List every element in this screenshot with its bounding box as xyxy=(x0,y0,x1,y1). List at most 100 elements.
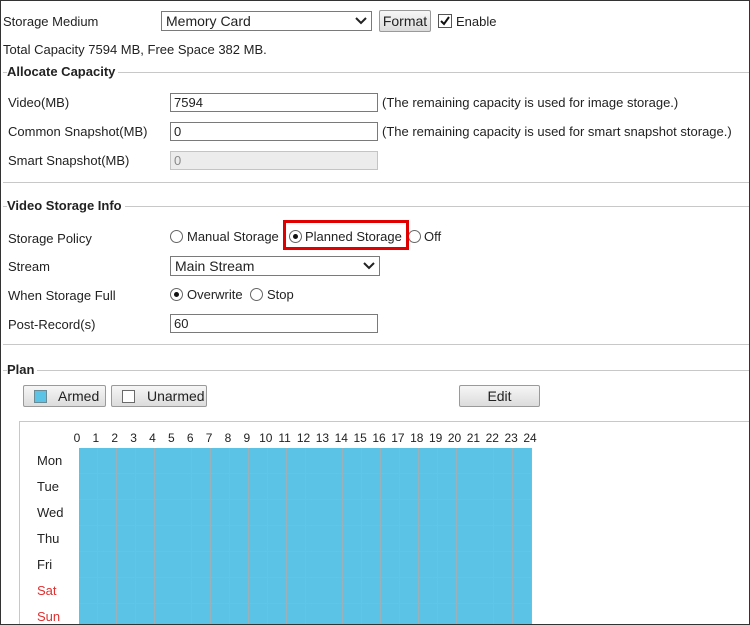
schedule-cell[interactable] xyxy=(437,526,457,552)
schedule-cell[interactable] xyxy=(343,474,363,500)
post-record-input[interactable]: 60 xyxy=(170,314,378,333)
schedule-cell[interactable] xyxy=(456,448,476,474)
schedule-cell[interactable] xyxy=(324,500,344,526)
schedule-cell[interactable] xyxy=(456,552,476,578)
schedule-cell[interactable] xyxy=(173,448,193,474)
common-snapshot-input[interactable]: 0 xyxy=(170,122,378,141)
schedule-cell[interactable] xyxy=(475,474,495,500)
schedule-cell[interactable] xyxy=(173,500,193,526)
schedule-cell[interactable] xyxy=(173,474,193,500)
schedule-cell[interactable] xyxy=(305,552,325,578)
schedule-cell[interactable] xyxy=(79,448,98,474)
schedule-cell[interactable] xyxy=(324,448,344,474)
schedule-cell[interactable] xyxy=(418,500,438,526)
schedule-cell[interactable] xyxy=(381,500,400,526)
schedule-cell[interactable] xyxy=(362,604,382,624)
schedule-cell[interactable] xyxy=(211,526,231,552)
schedule-cell[interactable] xyxy=(267,604,287,624)
schedule-cell[interactable] xyxy=(230,552,249,578)
schedule-cell[interactable] xyxy=(135,526,155,552)
schedule-cell[interactable] xyxy=(475,552,495,578)
schedule-cell[interactable] xyxy=(173,552,193,578)
schedule-cell[interactable] xyxy=(79,526,98,552)
schedule-cell[interactable] xyxy=(286,474,306,500)
schedule-cell[interactable] xyxy=(173,526,193,552)
schedule-cell[interactable] xyxy=(399,474,419,500)
schedule-cell[interactable] xyxy=(381,604,400,624)
schedule-cell[interactable] xyxy=(192,474,212,500)
schedule-cell[interactable] xyxy=(286,578,306,604)
schedule-cell[interactable] xyxy=(135,604,155,624)
schedule-cell[interactable] xyxy=(343,578,363,604)
schedule-cell[interactable] xyxy=(475,448,495,474)
enable-checkbox[interactable] xyxy=(438,14,452,28)
schedule-cell[interactable] xyxy=(399,500,419,526)
schedule-cell[interactable] xyxy=(79,500,98,526)
schedule-cell[interactable] xyxy=(513,448,532,474)
schedule-cell[interactable] xyxy=(362,448,382,474)
schedule-cell[interactable] xyxy=(79,604,98,624)
schedule-cell[interactable] xyxy=(437,604,457,624)
schedule-cell[interactable] xyxy=(305,578,325,604)
schedule-cell[interactable] xyxy=(97,526,117,552)
schedule-cell[interactable] xyxy=(418,448,438,474)
schedule-cell[interactable] xyxy=(494,604,514,624)
schedule-cell[interactable] xyxy=(399,604,419,624)
schedule-cell[interactable] xyxy=(399,448,419,474)
schedule-cell[interactable] xyxy=(248,526,268,552)
schedule-cell[interactable] xyxy=(305,474,325,500)
schedule-cell[interactable] xyxy=(116,552,136,578)
schedule-cell[interactable] xyxy=(418,578,438,604)
schedule-cell[interactable] xyxy=(475,526,495,552)
schedule-cell[interactable] xyxy=(324,552,344,578)
schedule-cell[interactable] xyxy=(230,578,249,604)
schedule-cell[interactable] xyxy=(399,552,419,578)
schedule-cell[interactable] xyxy=(456,500,476,526)
schedule-cell[interactable] xyxy=(267,474,287,500)
schedule-cell[interactable] xyxy=(230,448,249,474)
schedule-cell[interactable] xyxy=(97,604,117,624)
schedule-cell[interactable] xyxy=(456,526,476,552)
schedule-cell[interactable] xyxy=(343,500,363,526)
schedule-cell[interactable] xyxy=(324,604,344,624)
schedule-cell[interactable] xyxy=(211,448,231,474)
schedule-cell[interactable] xyxy=(79,552,98,578)
schedule-cell[interactable] xyxy=(116,578,136,604)
schedule-cell[interactable] xyxy=(135,552,155,578)
schedule-cell[interactable] xyxy=(173,578,193,604)
schedule-cell[interactable] xyxy=(399,526,419,552)
schedule-cell[interactable] xyxy=(116,448,136,474)
schedule-cell[interactable] xyxy=(135,474,155,500)
schedule-cell[interactable] xyxy=(381,578,400,604)
schedule-cell[interactable] xyxy=(267,552,287,578)
radio-stop[interactable] xyxy=(250,288,263,301)
armed-button[interactable]: Armed xyxy=(23,385,106,407)
schedule-cell[interactable] xyxy=(418,552,438,578)
schedule-cell[interactable] xyxy=(286,604,306,624)
schedule-cell[interactable] xyxy=(343,448,363,474)
schedule-cell[interactable] xyxy=(230,500,249,526)
schedule-cell[interactable] xyxy=(437,500,457,526)
radio-overwrite[interactable] xyxy=(170,288,183,301)
schedule-cell[interactable] xyxy=(267,526,287,552)
schedule-cell[interactable] xyxy=(192,526,212,552)
schedule-cell[interactable] xyxy=(418,526,438,552)
schedule-cell[interactable] xyxy=(437,552,457,578)
schedule-cell[interactable] xyxy=(513,500,532,526)
schedule-cell[interactable] xyxy=(362,474,382,500)
schedule-cell[interactable] xyxy=(267,448,287,474)
schedule-grid[interactable] xyxy=(79,448,532,624)
schedule-cell[interactable] xyxy=(362,552,382,578)
schedule-cell[interactable] xyxy=(381,448,400,474)
schedule-cell[interactable] xyxy=(513,578,532,604)
schedule-cell[interactable] xyxy=(192,604,212,624)
video-mb-input[interactable]: 7594 xyxy=(170,93,378,112)
schedule-cell[interactable] xyxy=(248,474,268,500)
schedule-cell[interactable] xyxy=(135,500,155,526)
schedule-cell[interactable] xyxy=(211,500,231,526)
radio-manual-storage[interactable] xyxy=(170,230,183,243)
unarmed-button[interactable]: Unarmed xyxy=(111,385,207,407)
schedule-cell[interactable] xyxy=(154,526,174,552)
storage-medium-select[interactable]: Memory Card xyxy=(161,11,372,31)
schedule-cell[interactable] xyxy=(513,526,532,552)
